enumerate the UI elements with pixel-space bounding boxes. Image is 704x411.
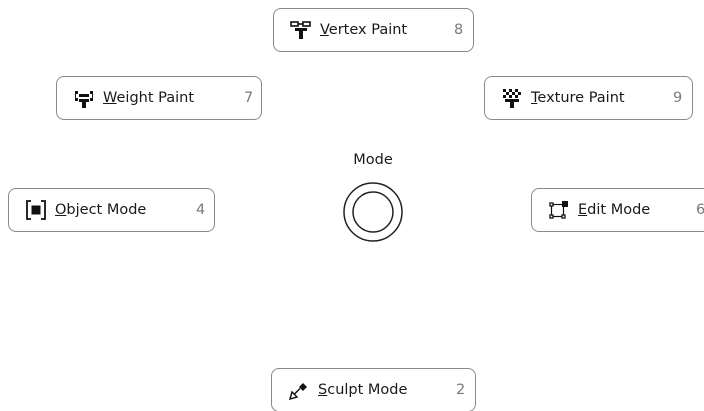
weight-paint-icon	[73, 87, 95, 109]
pie-item-label: Object Mode	[55, 202, 147, 218]
vertex-paint-icon	[290, 19, 312, 41]
texture-paint-icon	[501, 87, 523, 109]
pie-item-label: Texture Paint	[531, 90, 625, 106]
shortcut-key: 2	[456, 382, 466, 398]
sculpt-mode-icon	[288, 379, 310, 401]
pie-item-edit-mode[interactable]: Edit Mode 6	[531, 188, 704, 232]
pie-center-ring	[342, 181, 404, 243]
pie-item-object-mode[interactable]: Object Mode 4	[8, 188, 215, 232]
shortcut-key: 4	[196, 202, 206, 218]
pie-menu-title: Mode	[353, 152, 393, 168]
pie-item-texture-paint[interactable]: Texture Paint 9	[484, 76, 693, 120]
pie-item-label: Vertex Paint	[320, 22, 408, 38]
pie-item-label: Edit Mode	[578, 202, 651, 218]
shortcut-key: 7	[244, 90, 254, 106]
pie-menu: Vertex Paint 8 Weight Paint 7 Texture Pa…	[0, 0, 704, 411]
pie-item-label: Sculpt Mode	[318, 382, 408, 398]
shortcut-key: 9	[673, 90, 683, 106]
pie-item-vertex-paint[interactable]: Vertex Paint 8	[273, 8, 474, 52]
shortcut-key: 8	[454, 22, 464, 38]
object-mode-icon	[25, 199, 47, 221]
pie-item-label: Weight Paint	[103, 90, 195, 106]
pie-item-sculpt-mode[interactable]: Sculpt Mode 2	[271, 368, 476, 411]
pie-item-weight-paint[interactable]: Weight Paint 7	[56, 76, 262, 120]
edit-mode-icon	[548, 199, 570, 221]
shortcut-key: 6	[696, 202, 704, 218]
